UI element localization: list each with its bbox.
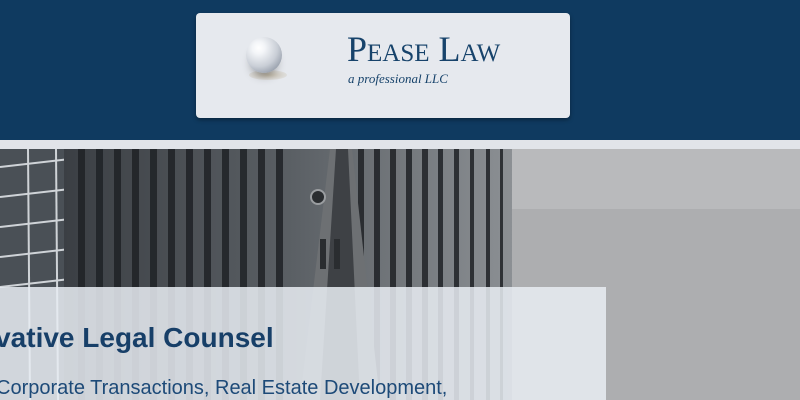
pearl-icon [246,37,282,73]
hero-subline: Corporate Transactions, Real Estate Deve… [0,377,448,399]
hero-headline: ovative Legal Counsel [0,322,274,353]
brand-name: Pease Law [347,29,501,69]
brand-tagline: a professional LLC [348,71,448,86]
header-divider [0,140,800,149]
logo-link[interactable]: Pease Law a professional LLC [196,13,570,118]
site-header: Pease Law a professional LLC [0,0,800,140]
